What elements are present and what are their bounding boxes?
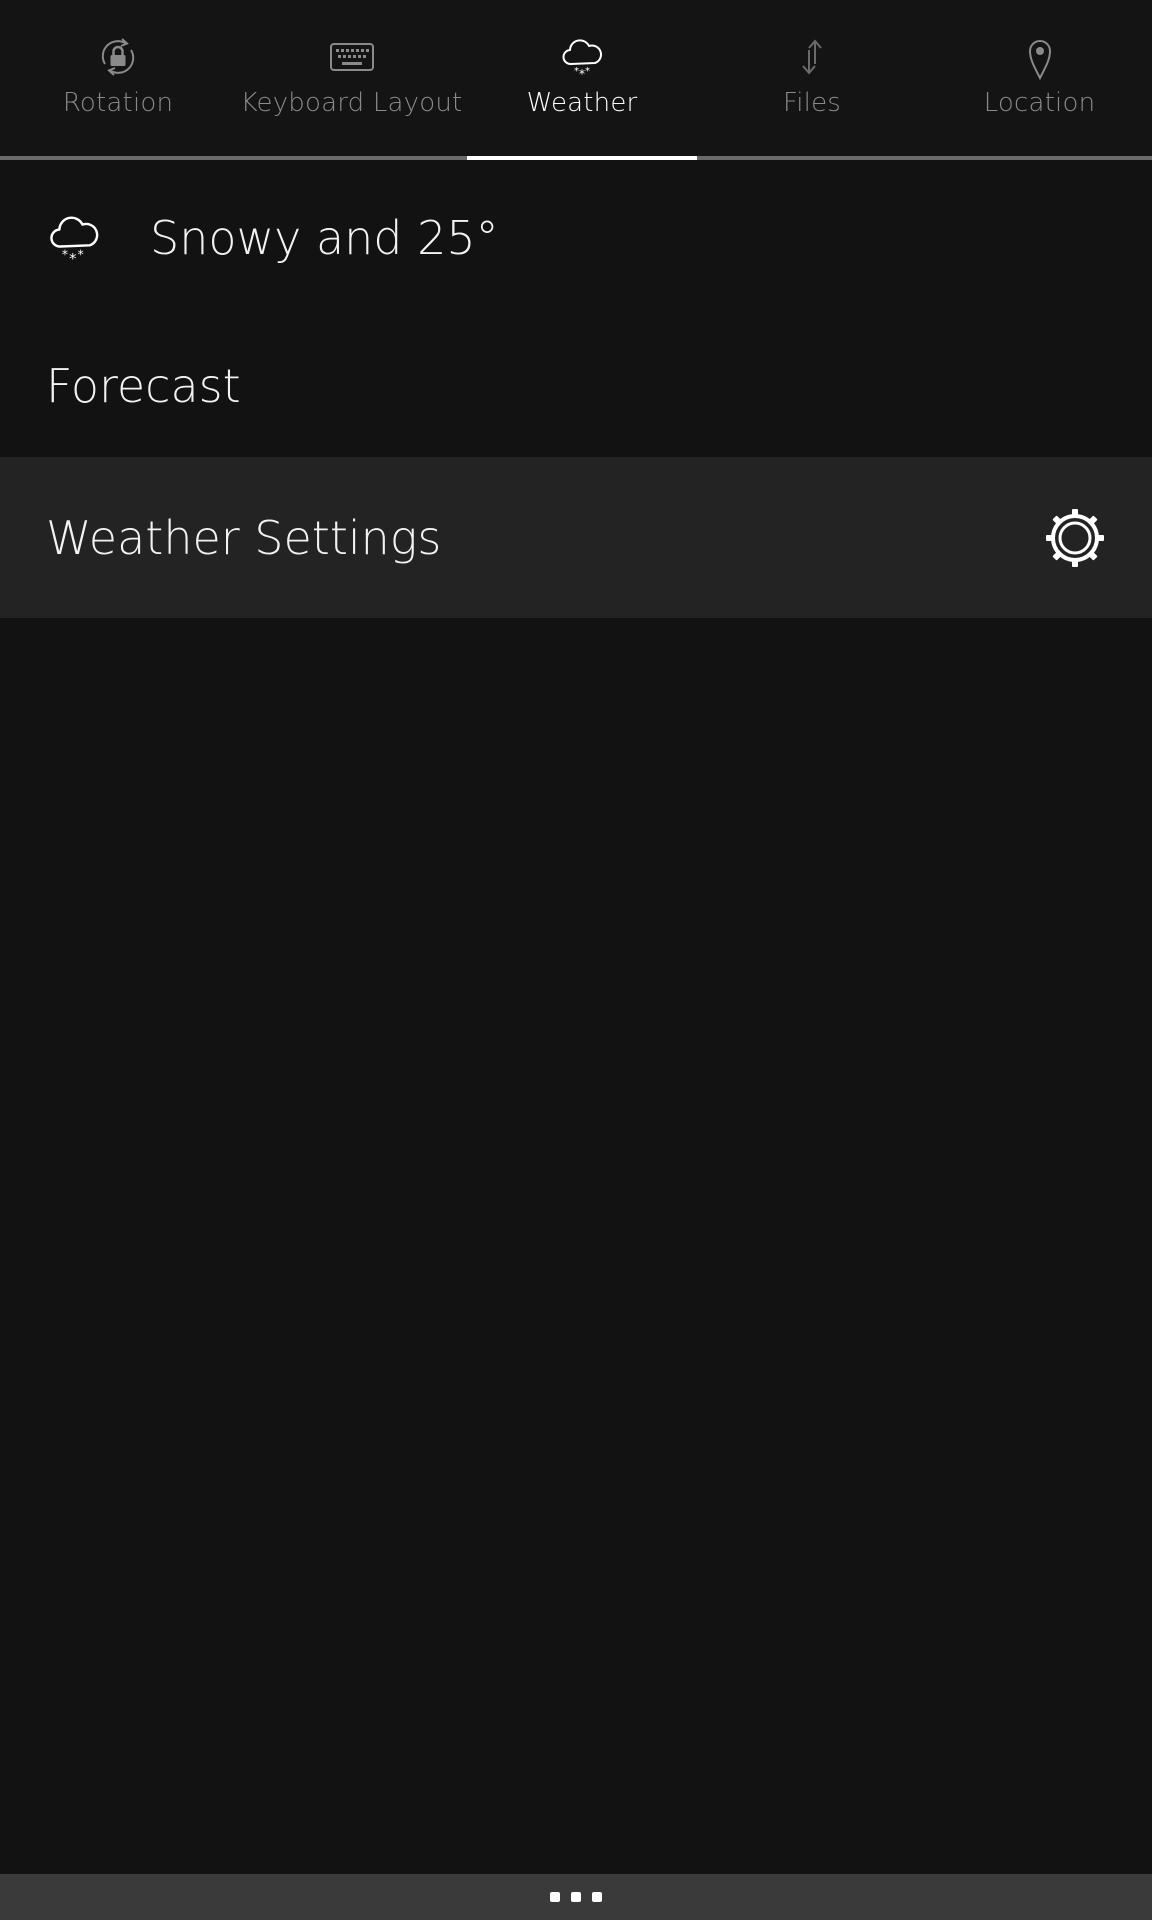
tab-keyboard-layout[interactable]: Keyboard Layout [236, 0, 467, 156]
current-weather-row[interactable]: * * * Snowy and 25° [0, 160, 1152, 316]
tab-label: Rotation [62, 88, 174, 118]
svg-text:*: * [69, 251, 76, 266]
weather-settings-label: Weather Settings [46, 510, 442, 565]
snow-cloud-icon: * * * [562, 39, 602, 80]
more-dots-icon [550, 1892, 602, 1902]
snow-cloud-icon: * * * [50, 216, 99, 266]
svg-text:*: * [78, 248, 84, 262]
tab-label: Files [782, 88, 842, 118]
weather-settings-item[interactable]: Weather Settings [0, 457, 1152, 618]
tab-files[interactable]: Files [697, 0, 927, 156]
tab-label: Keyboard Layout [240, 88, 463, 118]
tab-label: Location [983, 88, 1096, 118]
rotation-lock-icon [101, 38, 135, 76]
location-pin-icon [1028, 40, 1051, 80]
svg-text:*: * [62, 248, 68, 262]
indicator-panel: Rotation Keyboard Layout * * * Weather F… [0, 0, 1152, 1920]
svg-text:*: * [585, 66, 590, 77]
bottom-handle-bar[interactable] [0, 1874, 1152, 1920]
gear-icon [1046, 508, 1104, 567]
forecast-label: Forecast [46, 359, 241, 413]
tab-rotation[interactable]: Rotation [0, 0, 236, 156]
tab-weather[interactable]: * * * Weather [467, 0, 697, 156]
forecast-item[interactable]: Forecast [0, 316, 1152, 456]
tab-location[interactable]: Location [927, 0, 1152, 156]
current-weather-text: Snowy and 25° [150, 211, 499, 265]
keyboard-icon [329, 43, 374, 71]
indicator-tab-bar: Rotation Keyboard Layout * * * Weather F… [0, 0, 1152, 160]
tab-label: Weather [526, 88, 638, 118]
transfer-arrows-icon [802, 39, 822, 75]
